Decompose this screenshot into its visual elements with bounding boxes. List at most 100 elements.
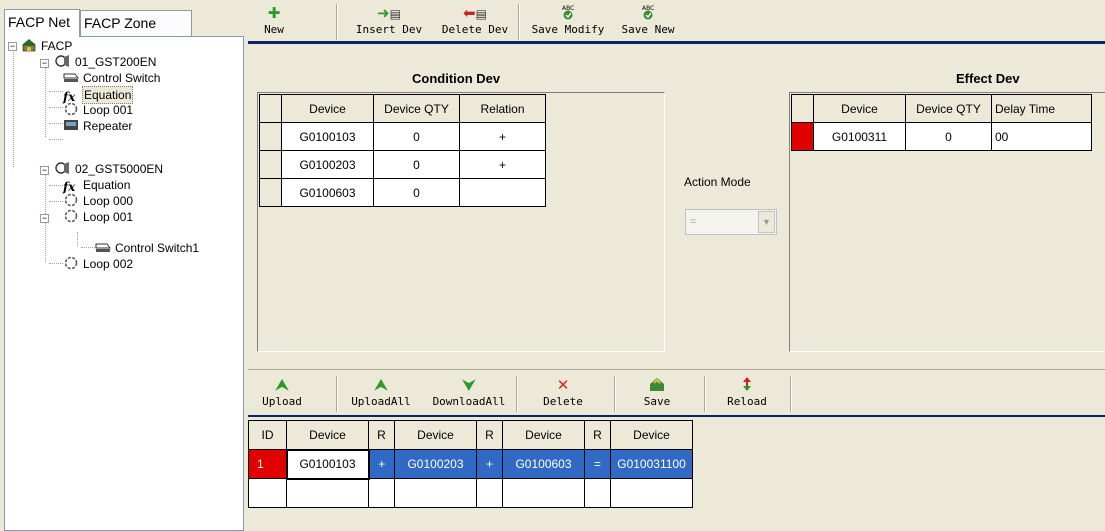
column-header[interactable]: Device QTY: [373, 94, 460, 123]
table-cell[interactable]: [476, 478, 503, 508]
delete-button[interactable]: ✕ Delete: [534, 376, 592, 414]
table-cell[interactable]: [584, 478, 611, 508]
tree-node-control-switch[interactable]: Control Switch: [63, 70, 161, 86]
tree-node-control-switch[interactable]: Control Switch1: [95, 240, 200, 256]
new-button[interactable]: ✚ New: [254, 4, 294, 42]
tree-line: [49, 263, 63, 264]
tree-node-loop[interactable]: Loop 001: [63, 102, 134, 118]
condition-grid[interactable]: Device Device QTY Relation G0100103 0 + …: [257, 92, 665, 352]
table-cell[interactable]: 00: [991, 122, 1092, 151]
table-cell[interactable]: G0100103: [285, 448, 370, 480]
tree-node-panel[interactable]: 01_GST200EN: [55, 54, 157, 70]
toolbar-separator: [516, 376, 518, 412]
upload-button[interactable]: ⮝ Upload: [256, 376, 308, 414]
reload-button[interactable]: Reload: [720, 376, 774, 414]
column-header[interactable]: Relation: [459, 94, 546, 123]
table-cell[interactable]: G0100311: [813, 122, 906, 151]
expand-toggle[interactable]: −: [40, 214, 49, 223]
table-cell[interactable]: [286, 478, 369, 508]
column-header[interactable]: Device QTY: [905, 94, 992, 123]
download-all-label: DownloadAll: [432, 395, 506, 408]
table-cell[interactable]: [394, 478, 477, 508]
table-cell[interactable]: G0100203: [281, 150, 374, 179]
column-header[interactable]: Delay Time: [991, 94, 1092, 123]
save-new-label: Save New: [621, 23, 675, 36]
column-header[interactable]: Device: [286, 420, 369, 450]
table-cell[interactable]: 0: [373, 150, 460, 179]
column-header[interactable]: R: [368, 420, 395, 450]
tab-facp-zone[interactable]: FACP Zone: [80, 10, 192, 36]
column-header[interactable]: ID: [248, 420, 287, 450]
column-header[interactable]: Device: [394, 420, 477, 450]
tree-node-loop[interactable]: Loop 000: [63, 193, 134, 209]
table-cell[interactable]: [459, 178, 546, 207]
loop-icon: [63, 102, 79, 116]
upload-all-button[interactable]: ⮝ UploadAll: [346, 376, 416, 414]
effect-grid[interactable]: Device Device QTY Delay Time G0100311 0 …: [789, 92, 1105, 352]
tree-node-facp[interactable]: FACP: [21, 38, 73, 54]
equation-icon: fx: [63, 90, 76, 104]
tree-line: [49, 107, 63, 108]
logic-toolbar: ⮝ Upload ⮝ UploadAll ⮟ DownloadAll ✕ Del…: [248, 369, 1105, 417]
row-header[interactable]: [259, 122, 282, 151]
table-row[interactable]: 1 G0100103 + G0100203 + G0100603 = G0100…: [248, 448, 693, 480]
row-id-cell[interactable]: 1: [248, 449, 287, 479]
tree-node-panel[interactable]: 02_GST5000EN: [55, 161, 164, 177]
action-mode-select[interactable]: = ▼: [685, 209, 777, 235]
tree-node-repeater[interactable]: Repeater: [63, 118, 133, 134]
row-header[interactable]: [259, 150, 282, 179]
table-cell[interactable]: G0100203: [394, 449, 477, 479]
table-cell[interactable]: =: [584, 449, 611, 479]
table-cell[interactable]: 0: [905, 122, 992, 151]
column-header[interactable]: Device: [281, 94, 374, 123]
expand-toggle[interactable]: −: [40, 166, 49, 175]
row-header[interactable]: [259, 178, 282, 207]
column-header[interactable]: Device: [610, 420, 693, 450]
column-header[interactable]: R: [476, 420, 503, 450]
table-cell[interactable]: [610, 478, 693, 508]
table-cell[interactable]: 0: [373, 178, 460, 207]
table-cell[interactable]: [248, 478, 287, 508]
row-header-selected[interactable]: [791, 122, 814, 151]
logic-table[interactable]: ID Device R Device R Device R Device 1 G…: [248, 420, 693, 508]
table-cell[interactable]: [368, 478, 395, 508]
table-cell[interactable]: +: [368, 449, 395, 479]
tab-facp-net[interactable]: FACP Net: [4, 9, 80, 37]
table-cell[interactable]: G010031100: [610, 449, 693, 479]
tree-node-equation[interactable]: fx Equation: [63, 177, 131, 194]
tree-node-label: Loop 002: [83, 257, 134, 271]
tree-node-loop[interactable]: Loop 002: [63, 256, 134, 272]
expand-toggle[interactable]: −: [8, 42, 17, 51]
insert-dev-button[interactable]: ➜▤ Insert Dev: [346, 4, 432, 42]
tree-node-loop[interactable]: Loop 001: [63, 209, 134, 225]
tree-node-label: Equation: [83, 178, 131, 192]
save-modify-button[interactable]: ABC Save Modify: [524, 4, 612, 42]
tree-node-label: 01_GST200EN: [75, 55, 157, 69]
row-header-corner: [259, 94, 282, 123]
column-header[interactable]: Device: [813, 94, 906, 123]
tree-node-equation[interactable]: fx Equation: [63, 86, 134, 104]
table-cell[interactable]: 0: [373, 122, 460, 151]
column-header[interactable]: R: [584, 420, 611, 450]
loop-icon: [63, 209, 79, 223]
tree-line: [49, 201, 63, 202]
table-cell[interactable]: G0100603: [502, 449, 585, 479]
download-all-button[interactable]: ⮟ DownloadAll: [426, 376, 512, 414]
table-cell[interactable]: G0100603: [281, 178, 374, 207]
table-row[interactable]: [248, 478, 693, 508]
table-cell[interactable]: +: [459, 122, 546, 151]
device-tree[interactable]: − FACP − 01_GST200EN Control Switch fx Eq…: [4, 36, 244, 531]
reload-label: Reload: [727, 395, 767, 408]
chevron-down-icon[interactable]: ▼: [758, 211, 775, 233]
table-cell[interactable]: +: [476, 449, 503, 479]
left-panel: FACP Net FACP Zone − FACP − 01_GST200EN: [0, 0, 245, 531]
save-button[interactable]: Save: [632, 376, 682, 414]
table-cell[interactable]: +: [459, 150, 546, 179]
column-header[interactable]: Device: [502, 420, 585, 450]
delete-dev-button[interactable]: ⬅▤ Delete Dev: [434, 4, 516, 42]
expand-toggle[interactable]: −: [40, 59, 49, 68]
table-cell[interactable]: [502, 478, 585, 508]
table-cell[interactable]: G0100103: [281, 122, 374, 151]
save-new-button[interactable]: ABC Save New: [616, 4, 680, 42]
reload-icon: [720, 376, 774, 394]
